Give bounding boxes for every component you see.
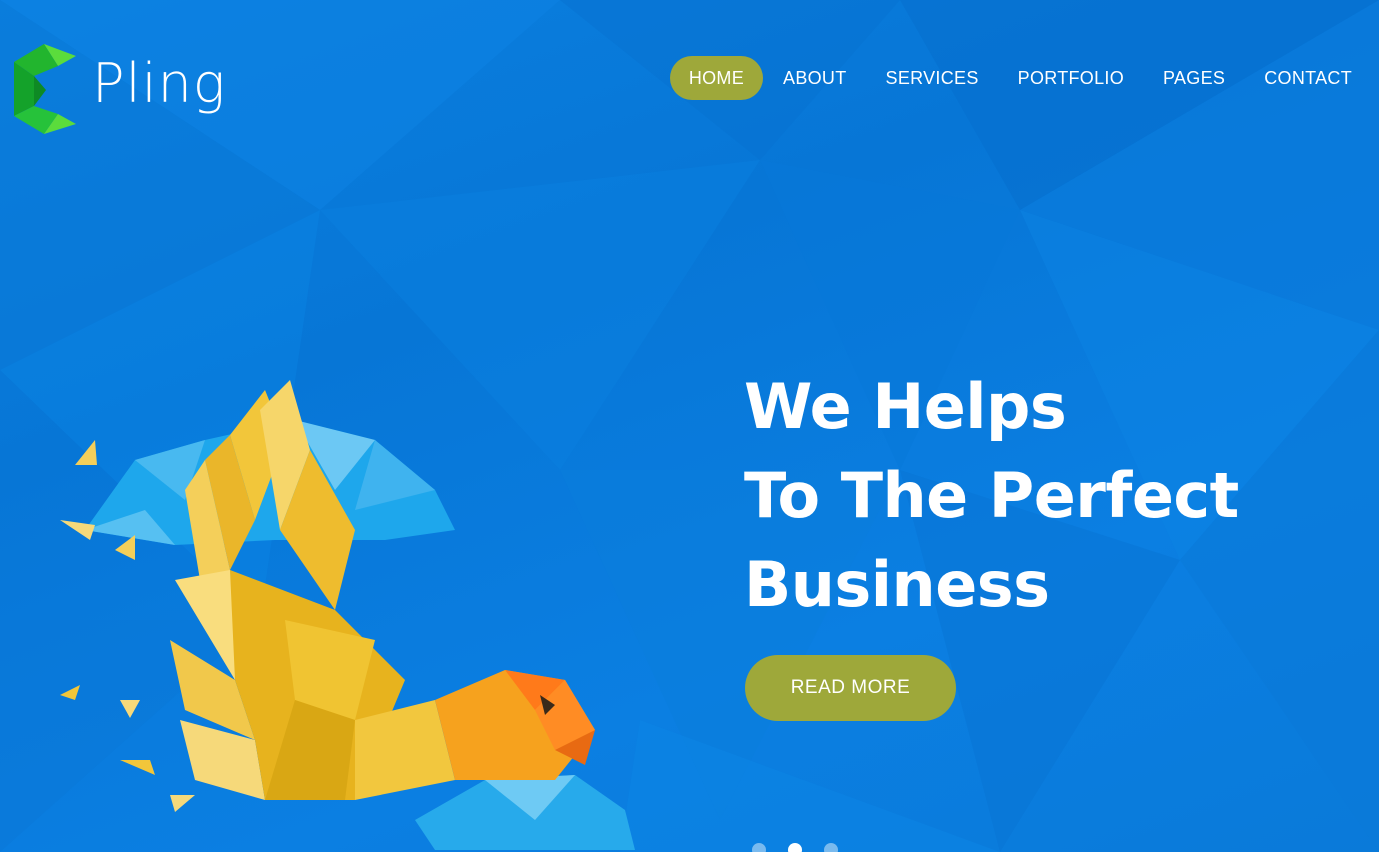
hero-section: Pling HOME ABOUT SERVICES PORTFOLIO PAGE…	[0, 0, 1379, 852]
main-nav: HOME ABOUT SERVICES PORTFOLIO PAGES CONT…	[669, 56, 1371, 100]
slider-dot-1[interactable]	[752, 843, 766, 852]
nav-pages[interactable]: PAGES	[1144, 56, 1244, 100]
slider-dot-2[interactable]	[788, 843, 802, 852]
slider-dot-3[interactable]	[824, 843, 838, 852]
site-logo[interactable]: Pling	[14, 44, 234, 136]
nav-home[interactable]: HOME	[669, 56, 764, 100]
nav-about[interactable]: ABOUT	[764, 56, 866, 100]
hero-headline: We Helps To The Perfect Business	[744, 362, 1364, 629]
low-poly-parrot-illustration	[60, 380, 635, 850]
nav-portfolio[interactable]: PORTFOLIO	[999, 56, 1143, 100]
nav-contact[interactable]: CONTACT	[1245, 56, 1371, 100]
headline-line-2: To The Perfect	[744, 459, 1239, 532]
logo-text: Pling	[92, 52, 227, 115]
nav-services[interactable]: SERVICES	[867, 56, 998, 100]
headline-line-3: Business	[744, 548, 1050, 621]
read-more-button[interactable]: READ MORE	[745, 655, 956, 721]
pling-logo-icon	[14, 44, 76, 134]
headline-line-1: We Helps	[744, 370, 1067, 443]
